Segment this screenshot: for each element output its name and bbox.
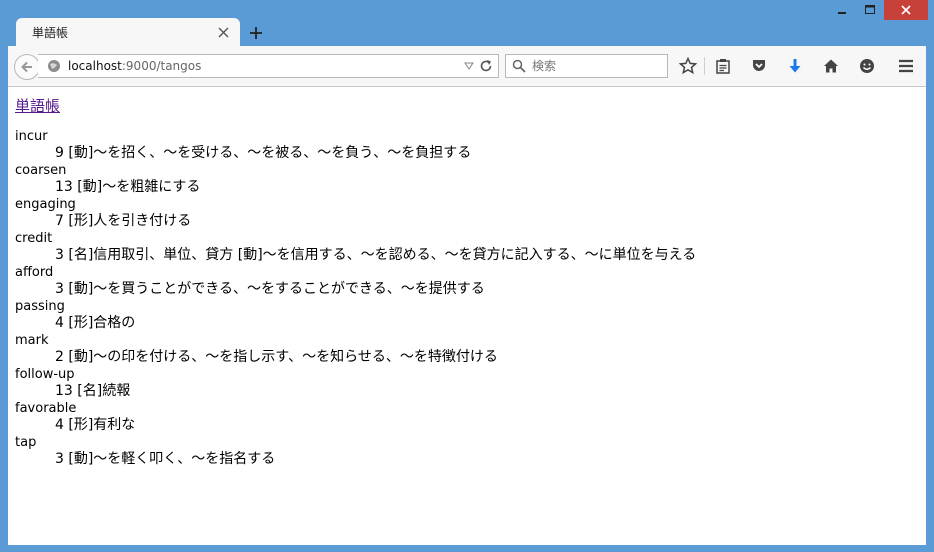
entry-word: passing [15,299,65,314]
reload-icon [480,60,492,72]
entry-count: 9 [55,145,64,161]
home-button[interactable] [819,54,843,78]
entry-meaning: [動]～を軽く叩く、～を指名する [68,451,276,467]
maximize-icon [865,5,875,14]
close-icon [901,5,911,15]
entry-definition: 7 [形]人を引き付ける [15,213,696,230]
entry-meaning: [動]～を買うことができる、～をすることができる、～を提供する [68,281,485,297]
entry-meaning: [動]～の印を付ける、～を指し示す、～を知らせる、～を特徴付ける [68,349,498,365]
entry-count: 3 [55,247,64,263]
search-input[interactable] [532,59,652,73]
hello-button[interactable] [855,54,879,78]
url-path: :9000/tangos [121,59,202,73]
bookmark-star-button[interactable] [676,54,700,78]
list-item: passing 4 [形]合格の [15,298,696,332]
entry-count: 13 [55,383,73,399]
browser-window: 単語帳 localhost:9000/tangos 検索 単語帳 incur 9… [0,0,934,552]
entry-word: mark [15,333,49,348]
entry-word: follow-up [15,367,75,382]
entry-meaning: [形]人を引き付ける [68,213,192,229]
entry-meaning: [形]合格の [68,315,136,331]
downloads-button[interactable] [783,54,807,78]
entry-meaning: [形]有利な [68,417,136,433]
navigation-bar: localhost:9000/tangos [8,46,926,87]
menu-button[interactable] [894,54,918,78]
list-item: afford 3 [動]～を買うことができる、～をすることができる、～を提供する [15,264,696,298]
entry-word: incur [15,129,48,144]
tab-title: 単語帳 [32,25,69,40]
page-title-link[interactable]: 単語帳 [15,95,60,116]
tab-active[interactable]: 単語帳 [16,18,240,46]
home-icon [824,59,838,73]
url-text: localhost:9000/tangos [68,59,462,73]
entry-count: 3 [55,281,64,297]
entry-word: afford [15,265,54,280]
list-item: incur 9 [動]～を招く、～を受ける、～を被る、～を負う、～を負担する [15,128,696,162]
smiley-icon [860,59,874,73]
tab-close-button[interactable] [212,21,234,43]
url-bar[interactable]: localhost:9000/tangos [38,54,499,78]
entry-count: 13 [55,179,73,195]
url-host: localhost [68,59,122,73]
entry-meaning: [名]続報 [77,383,131,399]
entry-definition: 9 [動]～を招く、～を受ける、～を被る、～を負う、～を負担する [15,145,696,162]
entry-count: 3 [55,451,64,467]
list-item: mark 2 [動]～の印を付ける、～を指し示す、～を知らせる、～を特徴付ける [15,332,696,366]
entry-definition: 13 [名]続報 [15,383,696,400]
entry-count: 7 [55,213,64,229]
search-bar[interactable] [505,54,668,78]
list-item: engaging 7 [形]人を引き付ける [15,196,696,230]
entry-count: 4 [55,417,64,433]
download-arrow-icon [789,59,801,73]
minimize-icon [838,12,846,14]
clipboard-icon [716,59,730,74]
entry-definition: 3 [動]～を軽く叩く、～を指名する [15,451,696,468]
entry-definition: 3 [名]信用取引、単位、貸方 [動]～を信用する、～を認める、～を貸方に記入す… [15,247,696,264]
close-icon [218,27,228,37]
reading-list-button[interactable] [711,54,735,78]
list-item: coarsen 13 [動]～を粗雑にする [15,162,696,196]
entry-word: coarsen [15,163,67,178]
entry-meaning: [動]～を粗雑にする [77,179,201,195]
entry-word: tap [15,435,37,450]
entry-definition: 13 [動]～を粗雑にする [15,179,696,196]
entry-meaning: [動]～を招く、～を受ける、～を被る、～を負う、～を負担する [68,145,472,161]
arrow-left-icon [21,61,32,73]
page-content: 単語帳 incur 9 [動]～を招く、～を受ける、～を被る、～を負う、～を負担… [8,87,926,545]
plus-icon [250,27,262,39]
toolbar-icons [676,54,891,78]
entry-word: engaging [15,197,76,212]
entry-definition: 3 [動]～を買うことができる、～をすることができる、～を提供する [15,281,696,298]
triangle-down-icon [464,62,474,70]
globe-icon [46,58,62,74]
entry-count: 2 [55,349,64,365]
list-item: favorable 4 [形]有利な [15,400,696,434]
tab-strip: 単語帳 [8,16,926,46]
list-item: tap 3 [動]～を軽く叩く、～を指名する [15,434,696,468]
pocket-button[interactable] [747,54,771,78]
pocket-icon [753,60,765,71]
new-tab-button[interactable] [244,22,268,44]
word-list: incur 9 [動]～を招く、～を受ける、～を被る、～を負う、～を負担する c… [15,128,696,468]
entry-meaning: [名]信用取引、単位、貸方 [動]～を信用する、～を認める、～を貸方に記入する、… [68,247,697,263]
hamburger-icon [899,59,913,73]
search-icon [512,59,530,73]
reload-button[interactable] [476,59,496,73]
entry-count: 4 [55,315,64,331]
entry-definition: 4 [形]有利な [15,417,696,434]
entry-word: credit [15,231,53,246]
entry-definition: 2 [動]～の印を付ける、～を指し示す、～を知らせる、～を特徴付ける [15,349,696,366]
list-item: credit 3 [名]信用取引、単位、貸方 [動]～を信用する、～を認める、～… [15,230,696,264]
toolbar-divider [704,57,705,75]
back-button[interactable] [14,54,40,80]
list-item: follow-up 13 [名]続報 [15,366,696,400]
star-icon [679,57,697,75]
entry-definition: 4 [形]合格の [15,315,696,332]
history-dropdown-button[interactable] [462,62,476,70]
entry-word: favorable [15,401,77,416]
